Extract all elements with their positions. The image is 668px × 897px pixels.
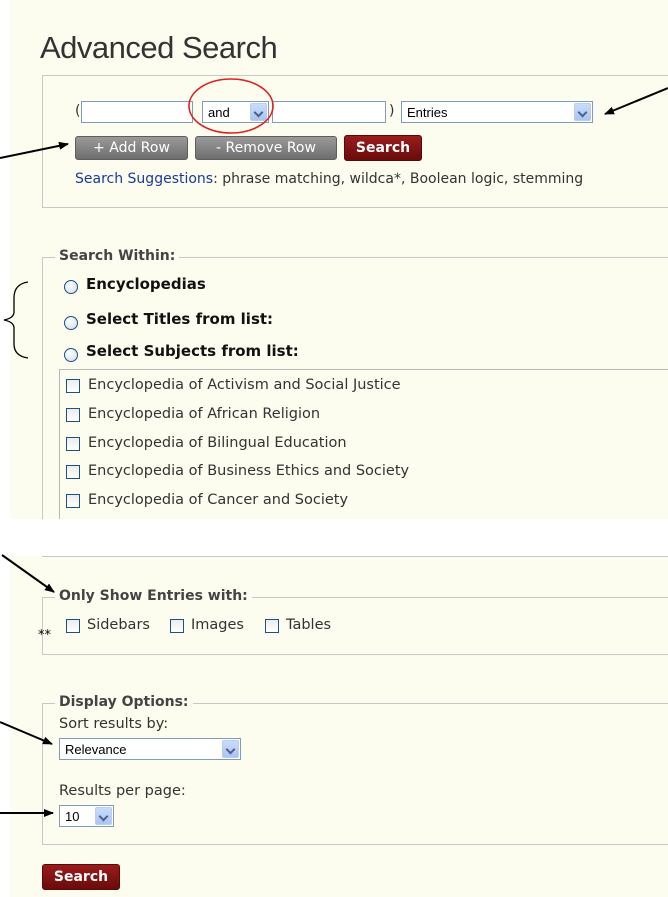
operator-select[interactable]: and xyxy=(202,101,269,123)
page-title: Advanced Search xyxy=(40,30,278,65)
field-value: Entries xyxy=(407,105,448,120)
radio-encyclopedias[interactable] xyxy=(64,280,78,294)
open-paren: ( xyxy=(75,103,81,119)
per-page-label: Results per page: xyxy=(59,783,186,799)
sort-label: Sort results by: xyxy=(59,716,169,732)
term-input-1[interactable] xyxy=(81,101,193,123)
only-show-legend: Only Show Entries with: xyxy=(55,588,252,604)
radio-titles[interactable] xyxy=(64,316,78,330)
title-label: Encyclopedia of African Religion xyxy=(88,406,321,422)
sort-select[interactable]: Relevance xyxy=(59,738,241,760)
title-checkbox[interactable] xyxy=(66,494,80,508)
screenshot-gap xyxy=(0,519,668,556)
title-checkbox[interactable] xyxy=(66,379,80,393)
field-select[interactable]: Entries xyxy=(401,101,593,123)
chevron-down-icon xyxy=(250,103,267,121)
title-label: Encyclopedia of Activism and Social Just… xyxy=(88,377,401,393)
sidebars-checkbox[interactable] xyxy=(66,619,80,633)
title-checkbox[interactable] xyxy=(66,408,80,422)
divider xyxy=(42,556,668,557)
sidebars-label: Sidebars xyxy=(87,617,150,633)
chevron-down-icon xyxy=(95,807,112,825)
search-suggestions-link[interactable]: Search Suggestions xyxy=(75,171,213,187)
images-checkbox[interactable] xyxy=(170,619,184,633)
per-page-value: 10 xyxy=(65,809,80,824)
title-checkbox[interactable] xyxy=(66,437,80,451)
tables-label: Tables xyxy=(286,617,332,633)
radio-label-encyclopedias: Encyclopedias xyxy=(86,275,206,293)
chevron-down-icon xyxy=(574,103,591,121)
title-label: Encyclopedia of Bilingual Education xyxy=(88,435,347,451)
radio-label-subjects: Select Subjects from list: xyxy=(86,342,299,360)
title-checkbox[interactable] xyxy=(66,465,80,479)
title-label: Encyclopedia of Cancer and Society xyxy=(88,492,349,508)
tables-checkbox[interactable] xyxy=(265,619,279,633)
images-label: Images xyxy=(191,617,244,633)
search-suggestions-text: : phrase matching, wildca*, Boolean logi… xyxy=(213,171,584,187)
search-suggestions: Search Suggestions: phrase matching, wil… xyxy=(75,171,583,187)
radio-subjects[interactable] xyxy=(64,348,78,362)
chevron-down-icon xyxy=(222,740,239,758)
operator-value: and xyxy=(208,105,230,120)
remove-row-button[interactable]: - Remove Row xyxy=(195,136,337,160)
radio-label-titles: Select Titles from list: xyxy=(86,310,274,328)
per-page-select[interactable]: 10 xyxy=(59,805,114,827)
bottom-search-button[interactable]: Search xyxy=(42,864,120,890)
close-paren: ) xyxy=(389,103,395,119)
term-input-2[interactable] xyxy=(272,101,386,123)
add-row-button[interactable]: + Add Row xyxy=(75,136,188,160)
footnote-marker: ** xyxy=(38,628,51,643)
display-options-legend: Display Options: xyxy=(55,694,193,710)
sort-value: Relevance xyxy=(65,742,127,757)
search-button[interactable]: Search xyxy=(344,135,422,161)
search-within-legend: Search Within: xyxy=(55,248,180,264)
title-label: Encyclopedia of Business Ethics and Soci… xyxy=(88,463,410,479)
